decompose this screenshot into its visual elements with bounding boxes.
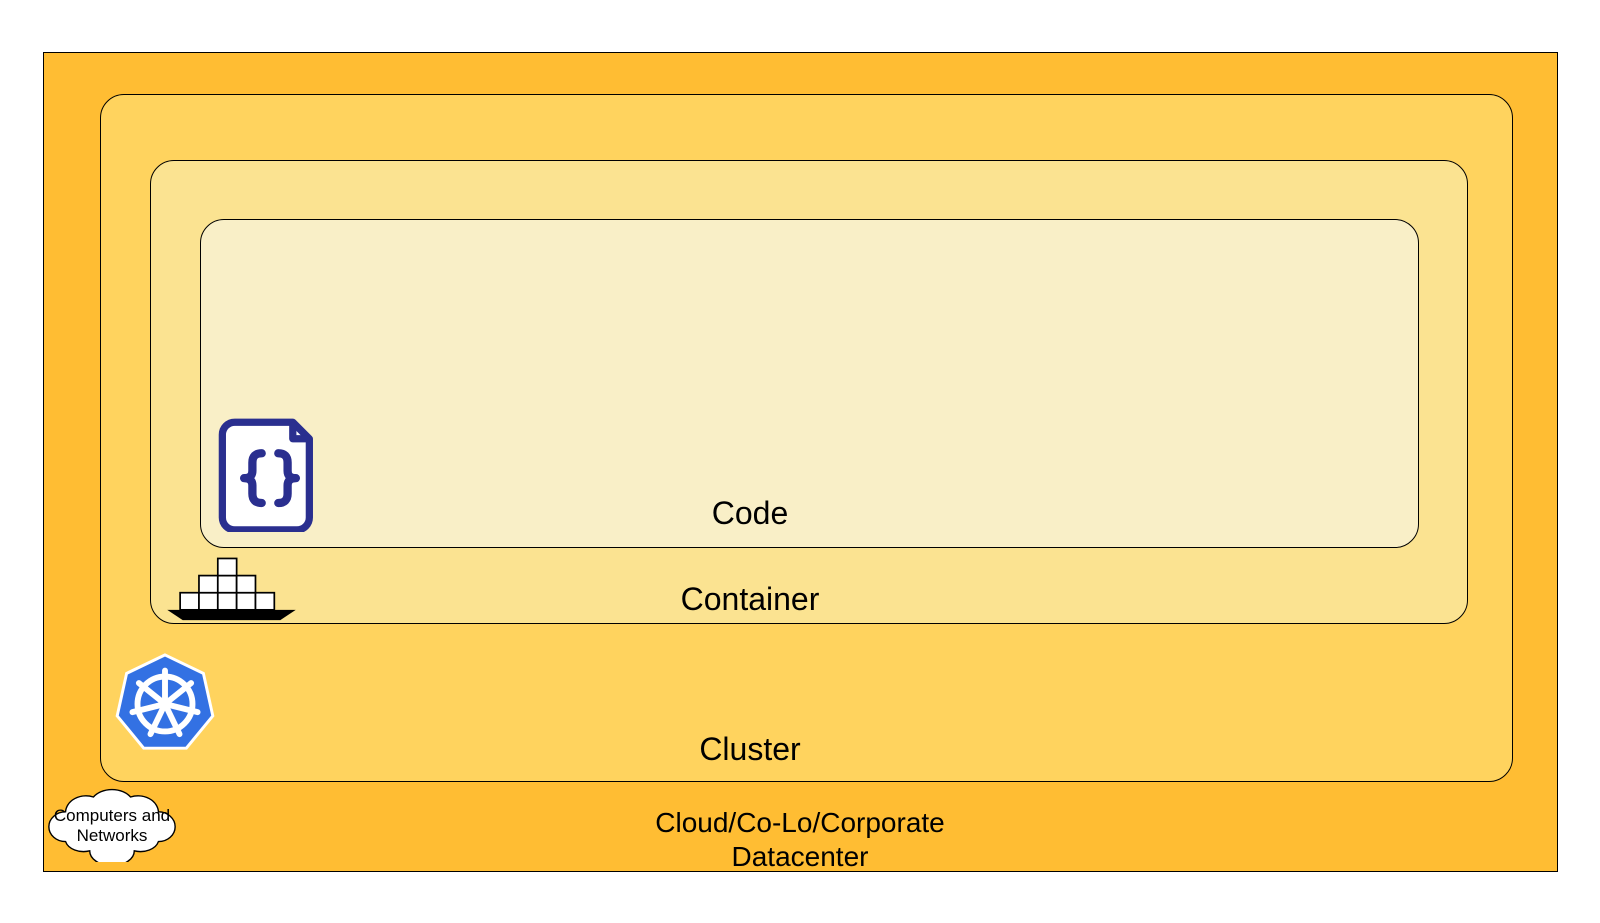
label-cluster: Cluster [600, 730, 900, 768]
cloud-label: Computers and Networks [37, 806, 187, 847]
container-ship-icon [163, 556, 300, 626]
label-code: Code [600, 494, 900, 532]
code-file-icon [218, 416, 322, 532]
cloud-icon: Computers and Networks [37, 784, 187, 859]
label-container: Container [600, 580, 900, 618]
kubernetes-icon [111, 650, 219, 758]
label-datacenter: Cloud/Co-Lo/Corporate Datacenter [500, 806, 1100, 873]
diagram-canvas: Cloud/Co-Lo/Corporate Datacenter Cluster… [0, 0, 1600, 923]
